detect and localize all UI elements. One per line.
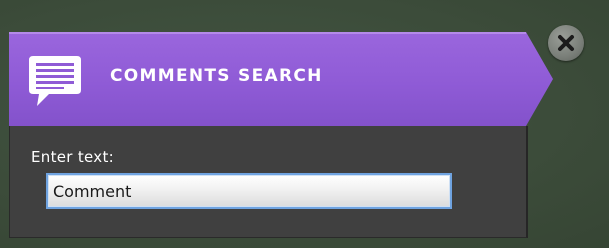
dialog-body: Enter text: (9, 126, 528, 238)
dialog-title: COMMENTS SEARCH (110, 66, 323, 86)
comments-search-dialog: COMMENTS SEARCH Enter text: (9, 32, 553, 238)
close-icon (558, 35, 574, 51)
close-button[interactable] (548, 25, 584, 61)
enter-text-label: Enter text: (31, 148, 114, 166)
search-text-input[interactable] (46, 173, 452, 209)
comment-icon (29, 56, 81, 106)
header-highlight (9, 32, 526, 34)
dialog-header: COMMENTS SEARCH (9, 32, 553, 126)
